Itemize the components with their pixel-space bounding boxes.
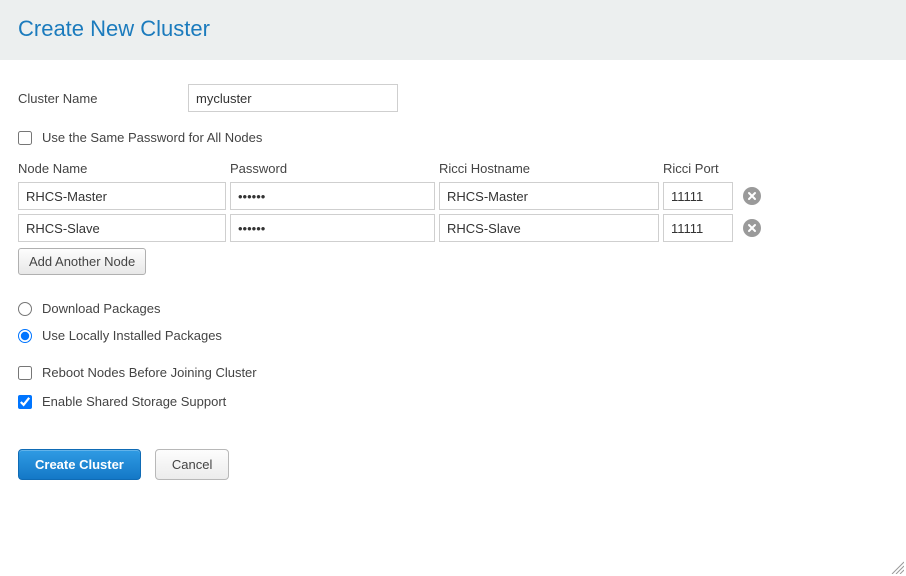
ricci-port-input[interactable] [663, 214, 733, 242]
same-password-row: Use the Same Password for All Nodes [18, 130, 888, 145]
shared-storage-label[interactable]: Enable Shared Storage Support [42, 394, 226, 409]
node-name-input[interactable] [18, 214, 226, 242]
local-packages-label[interactable]: Use Locally Installed Packages [42, 328, 222, 343]
dialog-header: Create New Cluster [0, 0, 906, 60]
cluster-name-row: Cluster Name [18, 84, 888, 112]
options-block: Download Packages Use Locally Installed … [18, 301, 888, 409]
ricci-hostname-input[interactable] [439, 182, 659, 210]
actions-row: Create Cluster Cancel [18, 449, 888, 480]
download-packages-radio[interactable] [18, 302, 32, 316]
delete-node-icon[interactable] [743, 219, 761, 237]
cancel-button[interactable]: Cancel [155, 449, 229, 480]
col-header-node-name: Node Name [18, 161, 226, 176]
ricci-hostname-input[interactable] [439, 214, 659, 242]
nodes-header-row: Node Name Password Ricci Hostname Ricci … [18, 161, 888, 176]
col-header-ricci-port: Ricci Port [663, 161, 733, 176]
download-packages-row: Download Packages [18, 301, 888, 316]
same-password-label[interactable]: Use the Same Password for All Nodes [42, 130, 262, 145]
reboot-nodes-row: Reboot Nodes Before Joining Cluster [18, 365, 888, 380]
reboot-nodes-label[interactable]: Reboot Nodes Before Joining Cluster [42, 365, 257, 380]
same-password-checkbox[interactable] [18, 131, 32, 145]
local-packages-radio[interactable] [18, 329, 32, 343]
node-password-input[interactable] [230, 182, 435, 210]
nodes-table: Node Name Password Ricci Hostname Ricci … [18, 161, 888, 275]
reboot-nodes-checkbox[interactable] [18, 366, 32, 380]
shared-storage-row: Enable Shared Storage Support [18, 394, 888, 409]
node-password-input[interactable] [230, 214, 435, 242]
node-row [18, 214, 888, 242]
ricci-port-input[interactable] [663, 182, 733, 210]
delete-node-icon[interactable] [743, 187, 761, 205]
node-name-input[interactable] [18, 182, 226, 210]
create-cluster-button[interactable]: Create Cluster [18, 449, 141, 480]
resize-handle-icon[interactable] [888, 558, 904, 574]
local-packages-row: Use Locally Installed Packages [18, 328, 888, 343]
cluster-name-label: Cluster Name [18, 91, 188, 106]
shared-storage-checkbox[interactable] [18, 395, 32, 409]
page-title: Create New Cluster [18, 16, 888, 42]
col-header-ricci-hostname: Ricci Hostname [439, 161, 659, 176]
node-row [18, 182, 888, 210]
col-header-password: Password [230, 161, 435, 176]
add-node-button[interactable]: Add Another Node [18, 248, 146, 275]
dialog-content: Cluster Name Use the Same Password for A… [0, 60, 906, 498]
download-packages-label[interactable]: Download Packages [42, 301, 161, 316]
cluster-name-input[interactable] [188, 84, 398, 112]
